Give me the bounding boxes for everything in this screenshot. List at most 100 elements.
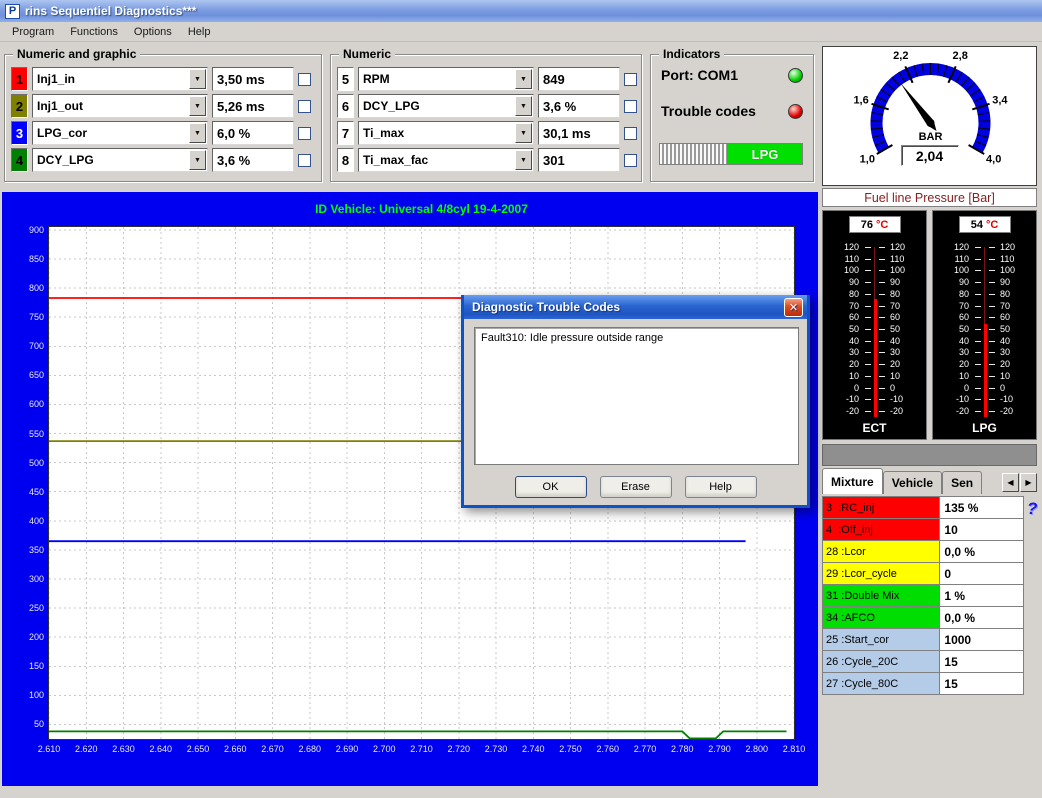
thermo-tick [879,341,885,342]
lpg-temp-value: 54 [971,219,983,231]
channel-row: 1Inj1_in▼3,50 ms [11,67,311,91]
menu-item-help[interactable]: Help [180,22,219,42]
thermo-tick [975,270,981,271]
x-axis-tick-label: 2.630 [107,744,141,754]
channel-row: 3LPG_cor▼6,0 % [11,121,311,145]
x-axis-tick-label: 2.660 [218,744,252,754]
x-axis-tick-label: 2.700 [367,744,401,754]
svg-text:4,0: 4,0 [986,153,1001,165]
channel-checkbox[interactable] [624,73,637,86]
channel-row: 8Ti_max_fac▼301 [337,148,637,172]
thermo-tick [865,259,871,260]
thermo-scale-label: 120 [833,242,859,252]
thermo-scale-label: 100 [890,265,916,275]
tab-mixture[interactable]: Mixture [822,468,883,494]
thermo-tick [989,341,995,342]
channel-checkbox[interactable] [298,154,311,167]
thermo-tick [989,364,995,365]
chevron-down-icon[interactable]: ▼ [515,123,532,143]
close-button[interactable]: ✕ [784,298,803,317]
parameter-dropdown[interactable]: DCY_LPG▼ [32,148,208,172]
y-axis-tick-label: 700 [4,341,44,351]
fuel-indicator: LPG [659,143,803,165]
thermo-scale-label: 70 [1000,301,1026,311]
parameter-dropdown[interactable]: Inj1_in▼ [32,67,208,91]
thermo-tick [879,294,885,295]
thermo-tick [975,247,981,248]
thermo-scale-label: -20 [833,406,859,416]
title-bar[interactable]: P rins Sequentiel Diagnostics*** [0,0,1042,22]
thermo-mercury [874,299,877,417]
thermo-tick [989,259,995,260]
channel-row: 5RPM▼849 [337,67,637,91]
thermo-tick [879,411,885,412]
chevron-down-icon[interactable]: ▼ [515,69,532,89]
thermo-scale-label: 50 [943,324,969,334]
table-row: 31 :Double Mix1 % [823,585,1024,607]
thermo-tick [879,388,885,389]
chevron-down-icon[interactable]: ▼ [189,96,206,116]
x-axis-tick-label: 2.780 [665,744,699,754]
chevron-down-icon[interactable]: ▼ [515,150,532,170]
channel-checkbox[interactable] [298,127,311,140]
channel-checkbox[interactable] [298,100,311,113]
x-axis-tick-label: 2.740 [516,744,550,754]
chevron-down-icon[interactable]: ▼ [189,150,206,170]
menu-item-program[interactable]: Program [4,22,62,42]
channel-checkbox[interactable] [624,154,637,167]
parameter-dropdown[interactable]: RPM▼ [358,67,534,91]
table-row: 29 :Lcor_cycle0 [823,563,1024,585]
menu-item-options[interactable]: Options [126,22,180,42]
trouble-codes-list[interactable]: Fault310: Idle pressure outside range [474,327,799,465]
mixture-table: 3 :RC_inj135 %4 :Off_inj1028 :Lcor0,0 %2… [822,496,1024,695]
dialog-title-bar[interactable]: Diagnostic Trouble Codes ✕ [464,295,807,319]
chevron-down-icon[interactable]: ▼ [515,96,532,116]
thermo-scale-label: 50 [833,324,859,334]
chevron-down-icon[interactable]: ▼ [189,69,206,89]
thermo-scale-label: 120 [943,242,969,252]
menu-item-functions[interactable]: Functions [62,22,126,42]
help-icon[interactable]: ? [1027,499,1037,519]
x-axis-tick-label: 2.690 [330,744,364,754]
table-row: 25 :Start_cor1000 [823,629,1024,651]
thermo-tick [865,364,871,365]
thermo-tick [879,376,885,377]
app-window: P rins Sequentiel Diagnostics*** Program… [0,0,1042,798]
tab-scroll-right-icon[interactable]: ▶ [1020,473,1037,492]
thermo-scale-label: 60 [890,312,916,322]
group-legend: Numeric and graphic [13,47,140,61]
thermo-scale-label: 10 [943,371,969,381]
parameter-dropdown[interactable]: LPG_cor▼ [32,121,208,145]
erase-button[interactable]: Erase [600,476,672,498]
tab-scroll-left-icon[interactable]: ◀ [1002,473,1019,492]
thermo-tick [865,282,871,283]
parameter-label-cell: 4 :Off_inj [823,519,940,541]
thermo-tick [865,388,871,389]
channel-number-badge: 2 [11,94,28,118]
parameter-dropdown[interactable]: DCY_LPG▼ [358,94,534,118]
tab-vehicle[interactable]: Vehicle [883,471,942,494]
thermo-scale-label: 80 [890,289,916,299]
parameter-name: Inj1_out [33,99,189,113]
channel-checkbox[interactable] [298,73,311,86]
tab-strip: MixtureVehicleSen ◀ ▶ [822,468,1037,494]
com-port-led-icon [788,68,803,83]
y-axis-tick-label: 400 [4,516,44,526]
thermo-scale-label: 20 [1000,359,1026,369]
channel-checkbox[interactable] [624,100,637,113]
tab-sen[interactable]: Sen [942,471,982,494]
parameter-dropdown[interactable]: Inj1_out▼ [32,94,208,118]
thermo-tick [975,376,981,377]
channel-checkbox[interactable] [624,127,637,140]
ok-button[interactable]: OK [515,476,587,498]
help-button[interactable]: Help [685,476,757,498]
y-axis-tick-label: 450 [4,487,44,497]
channel-number-badge: 1 [11,67,28,91]
thermo-scale-label: 10 [1000,371,1026,381]
parameter-dropdown[interactable]: Ti_max▼ [358,121,534,145]
fuel-mode-button[interactable]: LPG [728,144,802,164]
parameter-dropdown[interactable]: Ti_max_fac▼ [358,148,534,172]
chevron-down-icon[interactable]: ▼ [189,123,206,143]
thermo-scale-label: 80 [1000,289,1026,299]
parameter-value-cell: 0,0 % [940,541,1024,563]
